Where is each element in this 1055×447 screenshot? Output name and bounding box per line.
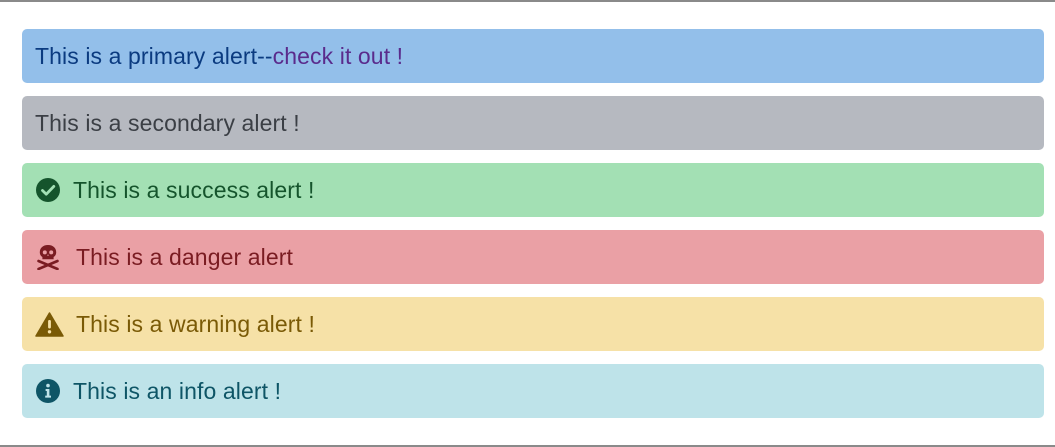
alert-info-text: This is an info alert !	[73, 377, 282, 404]
alert-danger: This is a danger alert	[22, 230, 1044, 284]
alert-warning: This is a warning alert !	[22, 297, 1044, 351]
alert-secondary: This is a secondary alert !	[22, 96, 1044, 150]
alert-list: This is a primary alert-- check it out !…	[22, 29, 1044, 431]
alert-warning-text: This is a warning alert !	[76, 310, 315, 337]
alert-primary-text: This is a primary alert--	[35, 42, 273, 69]
info-circle-icon	[35, 378, 61, 404]
page-frame: This is a primary alert-- check it out !…	[0, 0, 1055, 447]
alert-secondary-text: This is a secondary alert !	[35, 109, 300, 136]
skull-crossbones-icon	[35, 244, 61, 270]
check-circle-icon	[35, 177, 61, 203]
alert-success-text: This is a success alert !	[73, 176, 315, 203]
alert-primary-link[interactable]: check it out !	[273, 43, 404, 70]
alert-success: This is a success alert !	[22, 163, 1044, 217]
alert-primary: This is a primary alert-- check it out !	[22, 29, 1044, 83]
warning-triangle-icon	[35, 311, 64, 337]
alert-info: This is an info alert !	[22, 364, 1044, 418]
alert-danger-text: This is a danger alert	[76, 243, 293, 270]
